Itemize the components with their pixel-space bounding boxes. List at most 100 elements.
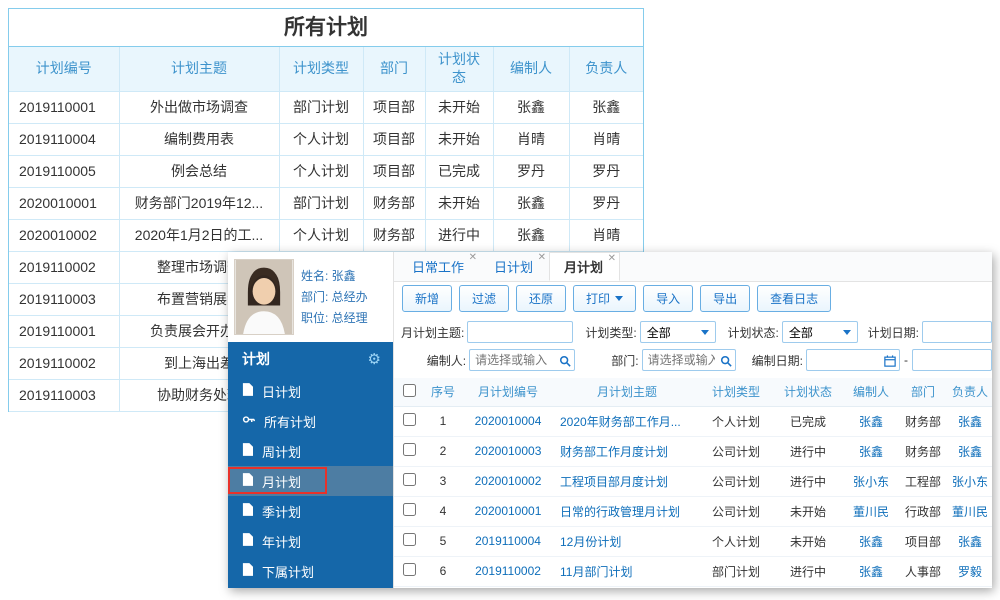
profile-info: 姓名: 张鑫 部门: 总经办 职位: 总经理 [301,266,368,329]
checkbox-cell [394,466,424,497]
creator-link[interactable]: 张鑫 [844,436,898,467]
owner-link[interactable]: 罗毅 [948,556,992,587]
subject-filter-label: 月计划主题: [401,325,465,340]
profile-department: 部门: 总经办 [301,289,368,304]
row-checkbox[interactable] [402,503,416,516]
plan-row[interactable]: 6 2019110002 11月部门计划 部门计划 进行中 张鑫 人事部 罗毅 [394,556,992,587]
cell-status: 进行中 [772,556,844,587]
tab-label: 月计划 [564,260,604,275]
table-header-row: 计划编号 计划主题 计划类型 部门 计划状态 编制人 负责人 [9,47,643,92]
cell-type: 公司计划 [700,466,772,497]
select-all-checkbox[interactable] [402,383,416,397]
sidebar-item-quarterly-plan[interactable]: 季计划 [228,496,393,526]
sidebar-item-all-plans[interactable]: 所有计划 [228,406,393,436]
close-icon[interactable]: ✕ [538,253,546,263]
creator-link[interactable]: 张鑫 [844,406,898,437]
cell-type: 个人计划 [700,526,772,557]
status-filter-select[interactable]: 全部 [781,321,858,343]
plan-date-filter-input[interactable] [922,321,992,343]
cell-status: 已完成 [772,406,844,437]
add-button[interactable]: 新增 [402,285,453,312]
cell-seq: 3 [424,466,462,497]
close-icon[interactable]: ✕ [469,253,477,263]
close-icon[interactable]: ✕ [608,254,616,264]
creator-filter-label: 编制人: [426,353,467,368]
tab-bar: 日常工作 ✕ 日计划 ✕ 月计划 ✕ [394,252,992,282]
view-log-button[interactable]: 查看日志 [757,285,832,312]
creator-link[interactable]: 张鑫 [844,526,898,557]
document-icon [242,503,253,519]
row-checkbox[interactable] [402,443,416,456]
plan-subject-link[interactable]: 12月份计划 [554,526,700,557]
sidebar-item-yearly-plan[interactable]: 年计划 [228,526,393,556]
plan-subject-link[interactable]: 11月部门计划 [554,556,700,587]
sidebar-item-daily-plan[interactable]: 日计划 [228,376,393,406]
tab-monthly-plan[interactable]: 月计划 ✕ [549,252,621,281]
creator-link[interactable]: 张鑫 [844,556,898,587]
row-checkbox[interactable] [402,533,416,546]
row-checkbox[interactable] [402,473,416,486]
plan-number-link[interactable]: 2019110004 [462,526,554,557]
page-title: 所有计划 [9,9,643,47]
key-icon [242,413,255,429]
owner-link[interactable]: 张鑫 [948,526,992,557]
row-checkbox[interactable] [402,413,416,426]
owner-link[interactable]: 张小东 [948,466,992,497]
sidebar-item-weekly-plan[interactable]: 周计划 [228,436,393,466]
cell-type: 公司计划 [700,436,772,467]
import-button[interactable]: 导入 [643,285,694,312]
document-icon [242,383,253,399]
col-header: 部门 [898,378,948,407]
plan-subject-link[interactable]: 2020年财务部工作月... [554,406,700,437]
plan-number-link[interactable]: 2020010003 [462,436,554,467]
type-filter-value: 全部 [646,325,671,340]
creator-link[interactable]: 董川民 [844,496,898,527]
plan-row[interactable]: 4 2020010001 日常的行政管理月计划 公司计划 未开始 董川民 行政部… [394,496,992,527]
plan-number-link[interactable]: 2020010002 [462,466,554,497]
left-panel: 姓名: 张鑫 部门: 总经办 职位: 总经理 计划 ⚙ 日计划 所有计划 周计划 [228,252,393,588]
print-button[interactable]: 打印 [573,285,637,312]
plan-subject-link[interactable]: 工程项目部月度计划 [554,466,700,497]
gear-icon[interactable]: ⚙ [368,350,381,368]
tab-label: 日常工作 [412,260,465,275]
filter-row-1: 月计划主题: 计划类型: 全部 计划状态: 全部 计划日期: [401,318,992,346]
checkbox-cell [394,406,424,437]
checkbox-cell [394,496,424,527]
owner-link[interactable]: 张鑫 [948,406,992,437]
plan-row[interactable]: 2 2020010003 财务部工作月度计划 公司计划 进行中 张鑫 财务部 张… [394,436,992,467]
plan-row[interactable]: 3 2020010002 工程项目部月度计划 公司计划 进行中 张小东 工程部 … [394,466,992,497]
table-row: 2020010002 2020年1月2日的工... 个人计划 财务部 进行中 张鑫 肖晴 [9,218,643,252]
sidebar-item-monthly-plan[interactable]: 月计划 [228,466,393,496]
plan-subject-link[interactable]: 财务部工作月度计划 [554,436,700,467]
status-filter-value: 全部 [788,325,813,340]
cell-status: 未开始 [772,496,844,527]
plan-row[interactable]: 5 2019110004 12月份计划 个人计划 未开始 张鑫 项目部 张鑫 [394,526,992,557]
cell-type: 个人计划 [700,406,772,437]
creator-link[interactable]: 张小东 [844,466,898,497]
plan-number-link[interactable]: 2020010004 [462,406,554,437]
type-filter-select[interactable]: 全部 [639,321,716,343]
plan-number-link[interactable]: 2019110002 [462,556,554,587]
export-button[interactable]: 导出 [700,285,751,312]
checkbox-cell [394,556,424,587]
owner-link[interactable]: 张鑫 [948,436,992,467]
tab-daily-plan[interactable]: 日计划 ✕ [480,252,549,281]
calendar-icon[interactable] [884,354,896,372]
filter-button[interactable]: 过滤 [459,285,510,312]
search-icon[interactable] [559,354,571,372]
row-checkbox[interactable] [402,563,416,576]
plan-subject-link[interactable]: 日常的行政管理月计划 [554,496,700,527]
plan-number-link[interactable]: 2020010001 [462,496,554,527]
sidebar-item-subordinate-plan[interactable]: 下属计划 [228,556,393,586]
reset-button[interactable]: 还原 [516,285,567,312]
plan-row[interactable]: 1 2020010004 2020年财务部工作月... 个人计划 已完成 张鑫 … [394,406,992,437]
create-date-to-input[interactable] [912,349,992,371]
tab-daily-work[interactable]: 日常工作 ✕ [398,252,480,281]
search-icon[interactable] [720,354,732,372]
table-row: 2019110004 编制费用表 个人计划 项目部 未开始 肖晴 肖晴 [9,122,643,156]
col-header: 负责人 [568,47,643,92]
owner-link[interactable]: 董川民 [948,496,992,527]
document-icon [242,443,253,459]
subject-filter-input[interactable] [467,321,574,343]
table-row: 2019110005 例会总结 个人计划 项目部 已完成 罗丹 罗丹 [9,154,643,188]
